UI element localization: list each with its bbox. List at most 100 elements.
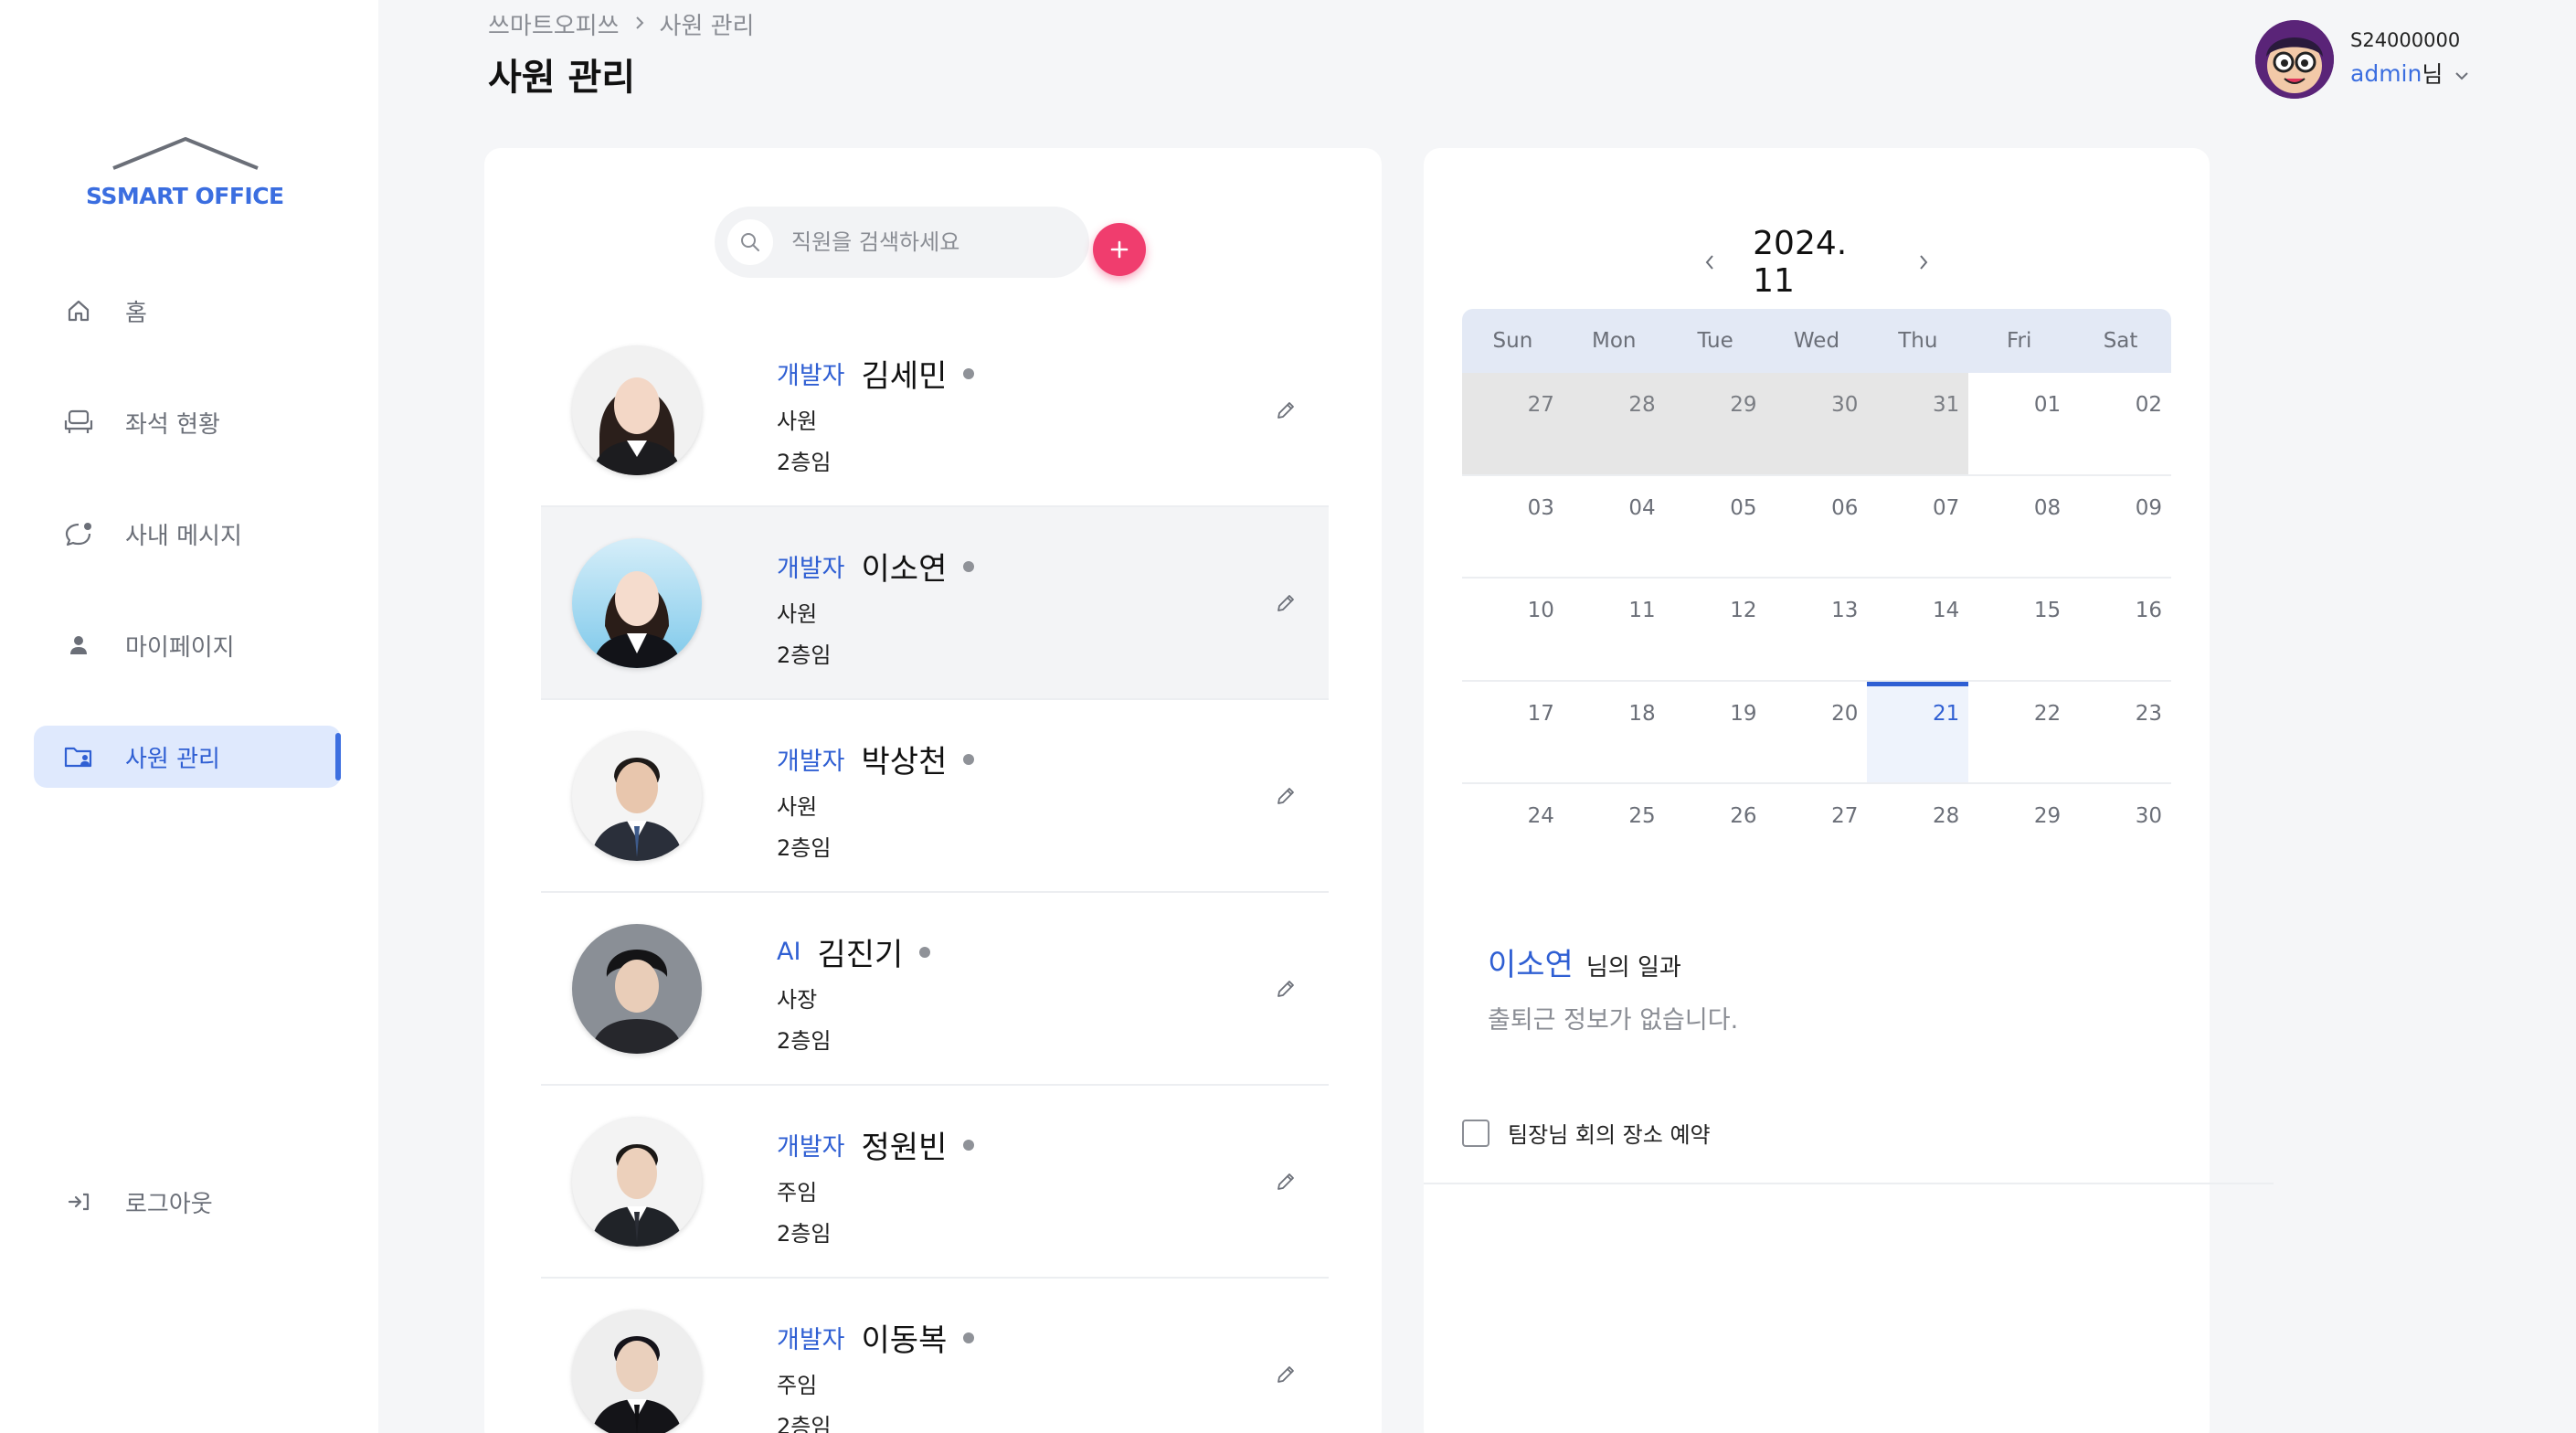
employee-name: 김세민 xyxy=(861,358,948,395)
employee-dept: AI xyxy=(777,938,801,966)
employee-info: 개발자 이동복 주임 2층임 xyxy=(777,1315,975,1433)
add-employee-button[interactable] xyxy=(1093,223,1146,276)
calendar-month: 2024. 11 xyxy=(1753,225,1848,300)
employee-row[interactable]: 개발자 이동복 주임 2층임 xyxy=(541,1279,1329,1433)
calendar-day-selected[interactable]: 21 xyxy=(1867,681,1969,782)
calendar-day[interactable]: 06 xyxy=(1766,476,1868,578)
calendar-day[interactable]: 13 xyxy=(1766,579,1868,680)
calendar-day[interactable]: 26 xyxy=(1665,784,1766,887)
calendar-grid: Sun Mon Tue Wed Thu Fri Sat 27 28 29 30 … xyxy=(1462,309,2171,887)
calendar-day[interactable]: 12 xyxy=(1665,579,1766,680)
edit-pencil-icon[interactable] xyxy=(1270,780,1301,812)
employee-row[interactable]: 개발자 정원빈 주임 2층임 xyxy=(541,1086,1329,1279)
calendar-panel: 2024. 11 Sun Mon Tue Wed Thu Fri Sat 27 … xyxy=(1424,148,2274,1433)
employee-row[interactable]: 개발자 김세민 사원 2층임 xyxy=(541,314,1329,507)
sidebar-item-mypage[interactable]: 마이페이지 xyxy=(34,614,341,676)
logo[interactable]: SSMART OFFICE xyxy=(82,135,292,218)
calendar-day[interactable]: 17 xyxy=(1462,682,1564,783)
calendar-day[interactable]: 07 xyxy=(1867,476,1968,578)
roof-logo-icon xyxy=(112,137,259,170)
employee-floor: 2층임 xyxy=(777,835,832,861)
employee-floor: 2층임 xyxy=(777,1414,832,1433)
chevron-right-icon[interactable] xyxy=(1912,249,1935,276)
calendar-day[interactable]: 15 xyxy=(1968,579,2070,680)
employee-dept: 개발자 xyxy=(777,1133,845,1162)
user-id: S24000000 xyxy=(2350,29,2461,51)
calendar-day[interactable]: 01 xyxy=(1968,373,2070,474)
calendar-day[interactable]: 24 xyxy=(1462,784,1564,887)
calendar-day[interactable]: 28 xyxy=(1867,784,1968,887)
calendar-day[interactable]: 03 xyxy=(1462,476,1564,578)
edit-pencil-icon[interactable] xyxy=(1270,1359,1301,1390)
avatar[interactable] xyxy=(2255,20,2334,99)
sidebar-item-home[interactable]: 홈 xyxy=(34,280,341,342)
seat-icon xyxy=(63,407,94,438)
calendar-day[interactable]: 30 xyxy=(1765,373,1868,474)
calendar-day[interactable]: 02 xyxy=(2070,373,2171,474)
calendar-day[interactable]: 11 xyxy=(1564,579,1665,680)
calendar-week: 24 25 26 27 28 29 30 xyxy=(1462,784,2171,887)
employee-photo xyxy=(572,731,702,861)
calendar-day[interactable]: 29 xyxy=(1664,373,1766,474)
calendar-nav: 2024. 11 xyxy=(1698,225,1935,300)
sidebar-item-employee-management[interactable]: 사원 관리 xyxy=(34,726,341,788)
calendar-day[interactable]: 30 xyxy=(2070,784,2171,887)
calendar-day[interactable]: 04 xyxy=(1564,476,1665,578)
search-bar[interactable] xyxy=(715,207,1089,278)
employee-row[interactable]: 개발자 이소연 사원 2층임 xyxy=(541,507,1329,700)
edit-pencil-icon[interactable] xyxy=(1270,395,1301,426)
calendar-day[interactable]: 05 xyxy=(1665,476,1766,578)
chevron-left-icon[interactable] xyxy=(1698,249,1722,276)
calendar-day[interactable]: 27 xyxy=(1462,373,1564,474)
calendar-day[interactable]: 23 xyxy=(2070,682,2171,783)
work-employee-name: 이소연 xyxy=(1488,947,1574,983)
todo-item[interactable]: 팀장님 회의 장소 예약 xyxy=(1462,1117,1711,1149)
breadcrumb-item-home[interactable]: 쓰마트오피쓰 xyxy=(488,7,620,41)
sidebar-item-messages[interactable]: 사내 메시지 xyxy=(34,503,341,565)
employee-row[interactable]: AI 김진기 사장 2층임 xyxy=(541,893,1329,1086)
user-name[interactable]: admin 님 xyxy=(2350,57,2470,90)
calendar-day[interactable]: 20 xyxy=(1766,682,1868,783)
calendar-weekday-header: Sun Mon Tue Wed Thu Fri Sat xyxy=(1462,309,2171,373)
employee-rank: 주임 xyxy=(777,1373,818,1398)
chevron-down-icon[interactable] xyxy=(2454,60,2470,87)
calendar-day[interactable]: 28 xyxy=(1563,373,1665,474)
search-icon[interactable] xyxy=(727,219,773,265)
todo-checkbox[interactable] xyxy=(1462,1119,1489,1147)
employee-name: 이소연 xyxy=(861,551,948,588)
employee-row[interactable]: 개발자 박상천 사원 2층임 xyxy=(541,700,1329,893)
employee-panel: 개발자 김세민 사원 2층임 개발자 이소연 xyxy=(484,148,1382,1433)
weekday-label: Wed xyxy=(1793,329,1840,353)
calendar-day[interactable]: 27 xyxy=(1766,784,1868,887)
calendar-day[interactable]: 14 xyxy=(1867,579,1968,680)
calendar-day[interactable]: 09 xyxy=(2070,476,2171,578)
calendar-day[interactable]: 08 xyxy=(1968,476,2070,578)
logout-icon xyxy=(63,1186,94,1217)
logo-text: SSMART OFFICE xyxy=(86,183,284,209)
search-input[interactable] xyxy=(791,229,1065,255)
sidebar-item-seats[interactable]: 좌석 현황 xyxy=(34,391,341,453)
employee-dept: 개발자 xyxy=(777,748,845,776)
edit-pencil-icon[interactable] xyxy=(1270,973,1301,1004)
edit-pencil-icon[interactable] xyxy=(1270,588,1301,619)
logout-button[interactable]: 로그아웃 xyxy=(34,1171,341,1233)
sidebar-item-label: 사원 관리 xyxy=(125,745,220,773)
calendar-day[interactable]: 31 xyxy=(1867,373,1969,474)
calendar-day[interactable]: 10 xyxy=(1462,579,1564,680)
todo-label: 팀장님 회의 장소 예약 xyxy=(1508,1122,1711,1148)
employee-info: 개발자 김세민 사원 2층임 xyxy=(777,351,975,476)
calendar-day[interactable]: 22 xyxy=(1968,682,2070,783)
calendar-day[interactable]: 29 xyxy=(1968,784,2070,887)
calendar-day[interactable]: 19 xyxy=(1665,682,1766,783)
edit-pencil-icon[interactable] xyxy=(1270,1166,1301,1197)
user-menu[interactable]: S24000000 admin 님 xyxy=(2255,18,2470,101)
work-empty-message: 출퇴근 정보가 없습니다. xyxy=(1488,1006,1739,1035)
status-dot xyxy=(963,1332,975,1343)
calendar-day[interactable]: 18 xyxy=(1564,682,1665,783)
sidebar-item-label: 홈 xyxy=(125,299,147,327)
calendar-day[interactable]: 25 xyxy=(1564,784,1665,887)
calendar-day[interactable]: 16 xyxy=(2070,579,2171,680)
employee-dept: 개발자 xyxy=(777,555,845,583)
employee-info: 개발자 이소연 사원 2층임 xyxy=(777,544,975,669)
employee-photo xyxy=(572,1310,702,1433)
